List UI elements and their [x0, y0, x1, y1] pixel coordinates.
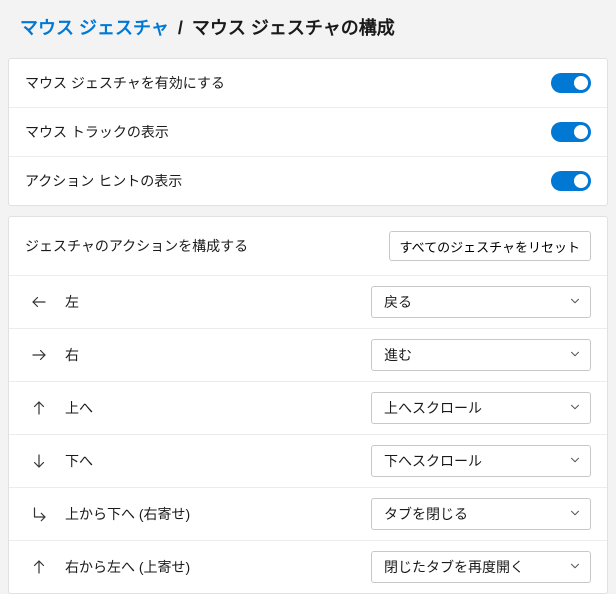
breadcrumb: マウス ジェスチャ / マウス ジェスチャの構成 [0, 0, 616, 48]
arrow-right-icon [25, 346, 53, 364]
gesture-label: 右 [53, 345, 371, 365]
chevron-down-icon [568, 294, 582, 311]
gesture-action-select-right[interactable]: 進む [371, 339, 591, 371]
corner-down-right-icon [25, 505, 53, 523]
select-value: 下へスクロール [384, 451, 568, 471]
gesture-action-select-up[interactable]: 上へスクロール [371, 392, 591, 424]
arrow-left-icon [25, 293, 53, 311]
gesture-label: 左 [53, 292, 371, 312]
gesture-row-up-down-right: 上から下へ (右寄せ) タブを閉じる [9, 488, 607, 541]
toggle-row-action-hint: アクション ヒントの表示 [9, 157, 607, 205]
select-value: 進む [384, 345, 568, 365]
toggle-switch-enable-gestures[interactable] [551, 73, 591, 93]
gesture-label: 上へ [53, 398, 371, 418]
select-value: タブを閉じる [384, 504, 568, 524]
toggle-switch-mouse-track[interactable] [551, 122, 591, 142]
toggle-row-enable-gestures: マウス ジェスチャを有効にする [9, 59, 607, 108]
gesture-config-panel: ジェスチャのアクションを構成する すべてのジェスチャをリセット 左 戻る 右 進… [8, 216, 608, 594]
chevron-down-icon [568, 506, 582, 523]
chevron-down-icon [568, 347, 582, 364]
gesture-label: 下へ [53, 451, 371, 471]
chevron-down-icon [568, 453, 582, 470]
chevron-down-icon [568, 559, 582, 576]
chevron-down-icon [568, 400, 582, 417]
gesture-config-header: ジェスチャのアクションを構成する すべてのジェスチャをリセット [9, 217, 607, 276]
gesture-row-right-left-up: 右から左へ (上寄せ) 閉じたタブを再度開く [9, 541, 607, 593]
breadcrumb-separator: / [174, 18, 187, 38]
arrow-up-icon [25, 558, 53, 576]
toggle-label: アクション ヒントの表示 [25, 171, 551, 191]
toggle-switch-action-hint[interactable] [551, 171, 591, 191]
select-value: 上へスクロール [384, 398, 568, 418]
toggle-row-mouse-track: マウス トラックの表示 [9, 108, 607, 157]
gesture-action-select-down[interactable]: 下へスクロール [371, 445, 591, 477]
toggle-label: マウス トラックの表示 [25, 122, 551, 142]
gesture-row-left: 左 戻る [9, 276, 607, 329]
arrow-down-icon [25, 452, 53, 470]
gesture-action-select-right-left-up[interactable]: 閉じたタブを再度開く [371, 551, 591, 583]
gesture-row-right: 右 進む [9, 329, 607, 382]
gesture-label: 上から下へ (右寄せ) [53, 504, 371, 524]
gesture-label: 右から左へ (上寄せ) [53, 557, 371, 577]
reset-all-gestures-button[interactable]: すべてのジェスチャをリセット [389, 231, 591, 261]
breadcrumb-parent-link[interactable]: マウス ジェスチャ [20, 18, 169, 38]
toggles-panel: マウス ジェスチャを有効にする マウス トラックの表示 アクション ヒントの表示 [8, 58, 608, 206]
select-value: 閉じたタブを再度開く [384, 557, 568, 577]
breadcrumb-current: マウス ジェスチャの構成 [192, 18, 395, 38]
gesture-row-down: 下へ 下へスクロール [9, 435, 607, 488]
select-value: 戻る [384, 292, 568, 312]
toggle-label: マウス ジェスチャを有効にする [25, 73, 551, 93]
gesture-row-up: 上へ 上へスクロール [9, 382, 607, 435]
gesture-config-title: ジェスチャのアクションを構成する [25, 236, 389, 256]
gesture-action-select-left[interactable]: 戻る [371, 286, 591, 318]
arrow-up-icon [25, 399, 53, 417]
gesture-action-select-up-down-right[interactable]: タブを閉じる [371, 498, 591, 530]
